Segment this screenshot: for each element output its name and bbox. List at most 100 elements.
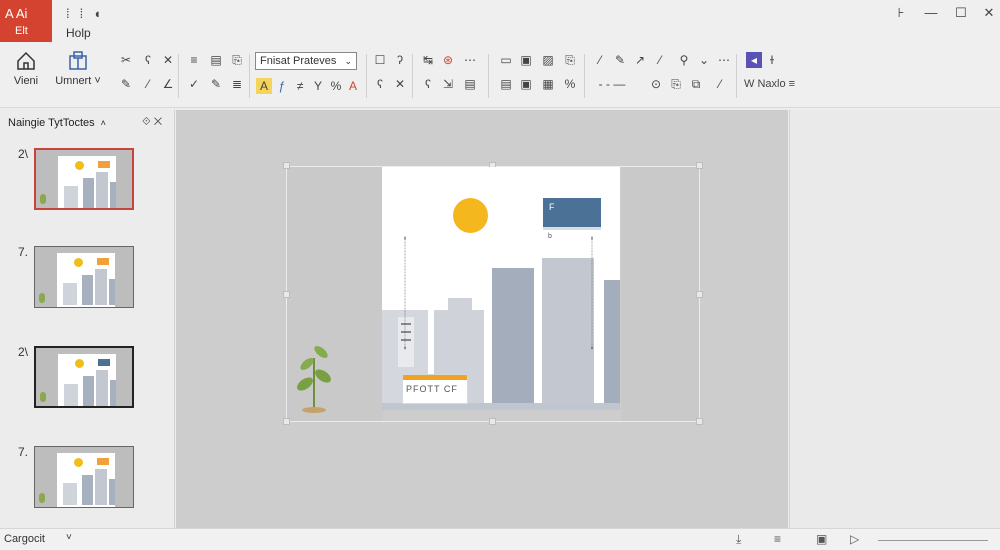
check-icon[interactable]: ✓: [186, 76, 202, 92]
pen-icon[interactable]: ✎: [118, 76, 134, 92]
draw-icon[interactable]: ⁄: [592, 52, 608, 68]
table-icon[interactable]: ▭: [498, 52, 514, 68]
plant-icon: [40, 194, 46, 204]
building-icon: [492, 268, 534, 410]
building-icon: [110, 380, 116, 406]
slide-thumbnail[interactable]: [34, 446, 134, 508]
y-icon[interactable]: Y: [310, 78, 326, 94]
resize-handle[interactable]: [283, 418, 290, 425]
undo-icon[interactable]: ⁞: [80, 6, 94, 21]
format-painter-icon[interactable]: ⎘: [229, 52, 245, 68]
slide-thumbnail[interactable]: [34, 346, 134, 408]
resize-handle[interactable]: [696, 291, 703, 298]
quick-style-icon[interactable]: ↹: [420, 52, 436, 68]
minimize-icon[interactable]: —: [920, 4, 942, 22]
duplicate-icon[interactable]: ⧉: [688, 76, 704, 92]
save-icon[interactable]: ⁞: [66, 6, 80, 21]
shape-fill-icon[interactable]: ⊛: [440, 52, 456, 68]
flag-icon[interactable]: ɫ: [764, 52, 780, 68]
edit-icon[interactable]: ✎: [208, 76, 224, 92]
shape-icon[interactable]: ☐: [372, 52, 388, 68]
ribbon-display-icon[interactable]: ⊦: [890, 4, 912, 22]
resize-handle[interactable]: [696, 418, 703, 425]
chevron-down-icon[interactable]: ⌄: [696, 52, 712, 68]
text-color-icon[interactable]: A: [345, 78, 361, 94]
strike-icon[interactable]: %: [562, 76, 578, 92]
slide-illustration[interactable]: F b PFOTT CF: [382, 167, 620, 410]
font-select[interactable]: Fnisat Prateves ⌄: [255, 52, 357, 70]
chevron-down-icon[interactable]: ˅: [66, 532, 72, 543]
insert-icon: [69, 51, 87, 70]
plant-icon: [39, 293, 45, 303]
search-icon[interactable]: ⚲: [676, 52, 692, 68]
copy-icon[interactable]: ʕ: [140, 52, 156, 68]
highlight-icon[interactable]: A: [256, 78, 272, 94]
redo-icon[interactable]: ◖: [93, 6, 111, 21]
cut-icon[interactable]: ✂: [118, 52, 134, 68]
menu-help[interactable]: Holp: [66, 26, 91, 40]
insert-label: Umnert ˅: [55, 75, 101, 87]
italic-icon[interactable]: ≠: [292, 78, 308, 94]
close-format-icon[interactable]: ✕: [392, 76, 408, 92]
resize-handle[interactable]: [489, 418, 496, 425]
merge-icon[interactable]: ▦: [540, 76, 556, 92]
more-icon[interactable]: ⋯: [716, 52, 732, 68]
resize-handle[interactable]: [696, 162, 703, 169]
rows-icon[interactable]: ▣: [518, 76, 534, 92]
outline-icon[interactable]: ʕ: [420, 76, 436, 92]
arrange-icon[interactable]: ʔ: [392, 52, 408, 68]
eraser-icon[interactable]: ∠: [160, 76, 176, 92]
building-icon: [95, 469, 107, 505]
reading-view-icon[interactable]: ▷: [850, 532, 859, 546]
list-icon[interactable]: ≡: [186, 52, 202, 68]
marker-icon[interactable]: ⁄: [652, 52, 668, 68]
style-button[interactable]: W Naxlo ≡: [744, 76, 814, 92]
zoom-slider[interactable]: [878, 540, 988, 541]
close-icon[interactable]: ✕: [978, 4, 1000, 22]
slide-thumbnail[interactable]: [34, 148, 134, 210]
grid-icon[interactable]: ▣: [518, 52, 534, 68]
comment-icon[interactable]: ◂: [746, 52, 762, 68]
slide-number: 2\: [18, 345, 29, 359]
insert-button[interactable]: Umnert ˅: [50, 50, 106, 102]
close-icon[interactable]: ✕: [154, 116, 162, 128]
brush-icon[interactable]: ⁄: [140, 76, 156, 92]
image-icon[interactable]: ▨: [540, 52, 556, 68]
circle-icon[interactable]: ⊙: [648, 76, 664, 92]
layout-icon[interactable]: ▤: [462, 76, 478, 92]
resize-handle[interactable]: [283, 291, 290, 298]
pane-options-icon[interactable]: ⟐: [142, 116, 151, 128]
image-right-margin: [621, 167, 699, 421]
effects-icon[interactable]: ⇲: [440, 76, 456, 92]
more-icon[interactable]: ⋯: [462, 52, 478, 68]
view-button[interactable]: Vieni: [4, 50, 48, 102]
app-logo[interactable]: A Ai Elt: [0, 0, 52, 42]
link-icon[interactable]: ʕ: [372, 76, 388, 92]
font-color-icon[interactable]: ƒ: [274, 78, 290, 94]
brush-icon[interactable]: ⁄: [712, 76, 728, 92]
align-icon[interactable]: ≣: [229, 76, 245, 92]
notes-icon[interactable]: ≡: [774, 532, 781, 546]
ribbon-divider: [249, 54, 250, 98]
pencil-icon[interactable]: ✎: [612, 52, 628, 68]
shop-sign: PFOTT CF: [402, 374, 468, 404]
sun-icon: [75, 161, 84, 170]
file-icon[interactable]: ⎘: [562, 52, 578, 68]
language-status[interactable]: Cargocit: [4, 533, 45, 545]
slides-pane-title[interactable]: Naingie TytToctes ˄: [8, 117, 106, 129]
clear-format-icon[interactable]: %: [328, 78, 344, 94]
building-icon: [604, 280, 620, 410]
copy-format-icon[interactable]: ⎘: [668, 76, 684, 92]
delete-icon[interactable]: ✕: [160, 52, 176, 68]
columns-icon[interactable]: ▤: [498, 76, 514, 92]
normal-view-icon[interactable]: ▣: [816, 532, 827, 546]
billboard-icon: [98, 161, 110, 168]
trash-icon[interactable]: ▤: [208, 52, 224, 68]
slide-thumbnail[interactable]: [34, 246, 134, 308]
building-icon: [63, 483, 77, 505]
resize-handle[interactable]: [283, 162, 290, 169]
arrow-icon[interactable]: ↗: [632, 52, 648, 68]
line-style-icon[interactable]: ‐ ‐ —: [592, 76, 632, 92]
maximize-icon[interactable]: ☐: [950, 4, 972, 22]
download-icon[interactable]: ⤓: [736, 532, 741, 547]
